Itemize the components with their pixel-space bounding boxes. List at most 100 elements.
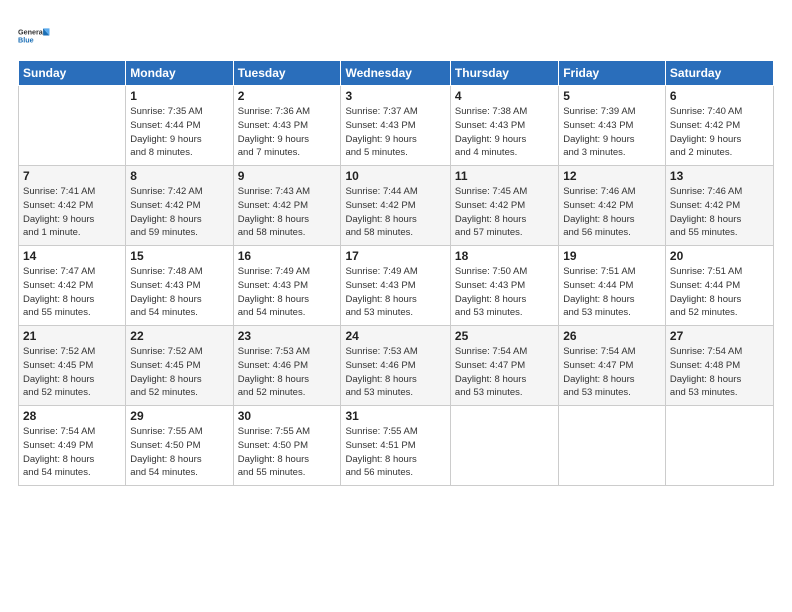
calendar-body: 1 Sunrise: 7:35 AM Sunset: 4:44 PM Daylig…: [19, 86, 774, 486]
day-cell: 5Sunrise: 7:39 AM Sunset: 4:43 PM Daylig…: [559, 86, 666, 166]
day-number: 29: [130, 409, 228, 423]
day-info: Sunrise: 7:40 AM Sunset: 4:42 PM Dayligh…: [670, 105, 769, 160]
day-number: 11: [455, 169, 554, 183]
day-number: 30: [238, 409, 337, 423]
header-day-wednesday: Wednesday: [341, 61, 450, 86]
day-info: Sunrise: 7:37 AM Sunset: 4:43 PM Dayligh…: [345, 105, 445, 160]
day-number: 19: [563, 249, 661, 263]
day-cell: 10 Sunrise: 7:44 AM Sunset: 4:42 PM Dayli…: [341, 166, 450, 246]
day-number: 15: [130, 249, 228, 263]
day-cell: 7 Sunrise: 7:41 AM Sunset: 4:42 PM Daylig…: [19, 166, 126, 246]
day-info: Sunrise: 7:48 AM Sunset: 4:43 PM Dayligh…: [130, 265, 228, 320]
day-cell: 2Sunrise: 7:36 AM Sunset: 4:43 PM Daylig…: [233, 86, 341, 166]
day-number: 31: [345, 409, 445, 423]
day-cell: 15 Sunrise: 7:48 AM Sunset: 4:43 PM Dayli…: [126, 246, 233, 326]
day-number: 28: [23, 409, 121, 423]
day-number: 3: [345, 89, 445, 103]
day-info: Sunrise: 7:49 AM Sunset: 4:43 PM Dayligh…: [238, 265, 337, 320]
day-info: Sunrise: 7:51 AM Sunset: 4:44 PM Dayligh…: [670, 265, 769, 320]
day-cell: 9Sunrise: 7:43 AM Sunset: 4:42 PM Daylig…: [233, 166, 341, 246]
day-info: Sunrise: 7:43 AM Sunset: 4:42 PM Dayligh…: [238, 185, 337, 240]
day-cell: 14 Sunrise: 7:47 AM Sunset: 4:42 PM Dayli…: [19, 246, 126, 326]
day-number: 8: [130, 169, 228, 183]
day-cell: 27 Sunrise: 7:54 AM Sunset: 4:48 PM Dayli…: [665, 326, 773, 406]
day-info: Sunrise: 7:41 AM Sunset: 4:42 PM Dayligh…: [23, 185, 121, 240]
day-info: Sunrise: 7:38 AM Sunset: 4:43 PM Dayligh…: [455, 105, 554, 160]
day-cell: 13 Sunrise: 7:46 AM Sunset: 4:42 PM Dayli…: [665, 166, 773, 246]
day-cell: 28Sunrise: 7:54 AM Sunset: 4:49 PM Dayli…: [19, 406, 126, 486]
calendar-header: SundayMondayTuesdayWednesdayThursdayFrid…: [19, 61, 774, 86]
day-cell: 4 Sunrise: 7:38 AM Sunset: 4:43 PM Daylig…: [450, 86, 558, 166]
day-number: 27: [670, 329, 769, 343]
week-row-5: 28Sunrise: 7:54 AM Sunset: 4:49 PM Dayli…: [19, 406, 774, 486]
day-number: 21: [23, 329, 121, 343]
day-number: 26: [563, 329, 661, 343]
day-number: 23: [238, 329, 337, 343]
day-info: Sunrise: 7:47 AM Sunset: 4:42 PM Dayligh…: [23, 265, 121, 320]
day-info: Sunrise: 7:55 AM Sunset: 4:50 PM Dayligh…: [238, 425, 337, 480]
week-row-3: 14 Sunrise: 7:47 AM Sunset: 4:42 PM Dayli…: [19, 246, 774, 326]
day-info: Sunrise: 7:46 AM Sunset: 4:42 PM Dayligh…: [563, 185, 661, 240]
day-info: Sunrise: 7:53 AM Sunset: 4:46 PM Dayligh…: [345, 345, 445, 400]
week-row-1: 1 Sunrise: 7:35 AM Sunset: 4:44 PM Daylig…: [19, 86, 774, 166]
day-cell: 24Sunrise: 7:53 AM Sunset: 4:46 PM Dayli…: [341, 326, 450, 406]
day-number: 2: [238, 89, 337, 103]
header: GeneralBlue: [18, 18, 774, 54]
day-cell: 19Sunrise: 7:51 AM Sunset: 4:44 PM Dayli…: [559, 246, 666, 326]
day-cell: 11 Sunrise: 7:45 AM Sunset: 4:42 PM Dayli…: [450, 166, 558, 246]
day-cell: [559, 406, 666, 486]
svg-text:General: General: [18, 28, 45, 37]
day-info: Sunrise: 7:55 AM Sunset: 4:50 PM Dayligh…: [130, 425, 228, 480]
day-info: Sunrise: 7:46 AM Sunset: 4:42 PM Dayligh…: [670, 185, 769, 240]
week-row-2: 7 Sunrise: 7:41 AM Sunset: 4:42 PM Daylig…: [19, 166, 774, 246]
day-number: 5: [563, 89, 661, 103]
svg-text:Blue: Blue: [18, 36, 34, 45]
header-day-sunday: Sunday: [19, 61, 126, 86]
day-info: Sunrise: 7:50 AM Sunset: 4:43 PM Dayligh…: [455, 265, 554, 320]
header-day-thursday: Thursday: [450, 61, 558, 86]
day-info: Sunrise: 7:35 AM Sunset: 4:44 PM Dayligh…: [130, 105, 228, 160]
day-number: 1: [130, 89, 228, 103]
day-cell: [450, 406, 558, 486]
day-info: Sunrise: 7:54 AM Sunset: 4:47 PM Dayligh…: [455, 345, 554, 400]
day-cell: [19, 86, 126, 166]
day-info: Sunrise: 7:53 AM Sunset: 4:46 PM Dayligh…: [238, 345, 337, 400]
day-cell: 6 Sunrise: 7:40 AM Sunset: 4:42 PM Daylig…: [665, 86, 773, 166]
day-cell: 30 Sunrise: 7:55 AM Sunset: 4:50 PM Dayli…: [233, 406, 341, 486]
day-info: Sunrise: 7:54 AM Sunset: 4:48 PM Dayligh…: [670, 345, 769, 400]
day-cell: 21 Sunrise: 7:52 AM Sunset: 4:45 PM Dayli…: [19, 326, 126, 406]
day-number: 22: [130, 329, 228, 343]
day-info: Sunrise: 7:44 AM Sunset: 4:42 PM Dayligh…: [345, 185, 445, 240]
day-info: Sunrise: 7:55 AM Sunset: 4:51 PM Dayligh…: [345, 425, 445, 480]
day-cell: 25Sunrise: 7:54 AM Sunset: 4:47 PM Dayli…: [450, 326, 558, 406]
day-number: 14: [23, 249, 121, 263]
day-number: 17: [345, 249, 445, 263]
page: GeneralBlue SundayMondayTuesdayWednesday…: [0, 0, 792, 612]
day-cell: 29 Sunrise: 7:55 AM Sunset: 4:50 PM Dayli…: [126, 406, 233, 486]
day-number: 10: [345, 169, 445, 183]
header-day-tuesday: Tuesday: [233, 61, 341, 86]
day-cell: [665, 406, 773, 486]
day-cell: 22 Sunrise: 7:52 AM Sunset: 4:45 PM Dayli…: [126, 326, 233, 406]
logo-icon: GeneralBlue: [18, 18, 54, 54]
day-cell: 12Sunrise: 7:46 AM Sunset: 4:42 PM Dayli…: [559, 166, 666, 246]
day-info: Sunrise: 7:52 AM Sunset: 4:45 PM Dayligh…: [23, 345, 121, 400]
day-number: 7: [23, 169, 121, 183]
day-cell: 3 Sunrise: 7:37 AM Sunset: 4:43 PM Daylig…: [341, 86, 450, 166]
day-cell: 18 Sunrise: 7:50 AM Sunset: 4:43 PM Dayli…: [450, 246, 558, 326]
day-number: 18: [455, 249, 554, 263]
day-info: Sunrise: 7:42 AM Sunset: 4:42 PM Dayligh…: [130, 185, 228, 240]
day-cell: 16 Sunrise: 7:49 AM Sunset: 4:43 PM Dayli…: [233, 246, 341, 326]
day-number: 6: [670, 89, 769, 103]
day-cell: 26 Sunrise: 7:54 AM Sunset: 4:47 PM Dayli…: [559, 326, 666, 406]
day-info: Sunrise: 7:54 AM Sunset: 4:47 PM Dayligh…: [563, 345, 661, 400]
day-number: 13: [670, 169, 769, 183]
day-cell: 17Sunrise: 7:49 AM Sunset: 4:43 PM Dayli…: [341, 246, 450, 326]
day-info: Sunrise: 7:45 AM Sunset: 4:42 PM Dayligh…: [455, 185, 554, 240]
day-cell: 1 Sunrise: 7:35 AM Sunset: 4:44 PM Daylig…: [126, 86, 233, 166]
day-number: 16: [238, 249, 337, 263]
day-cell: 20Sunrise: 7:51 AM Sunset: 4:44 PM Dayli…: [665, 246, 773, 326]
day-info: Sunrise: 7:52 AM Sunset: 4:45 PM Dayligh…: [130, 345, 228, 400]
week-row-4: 21 Sunrise: 7:52 AM Sunset: 4:45 PM Dayli…: [19, 326, 774, 406]
day-number: 4: [455, 89, 554, 103]
